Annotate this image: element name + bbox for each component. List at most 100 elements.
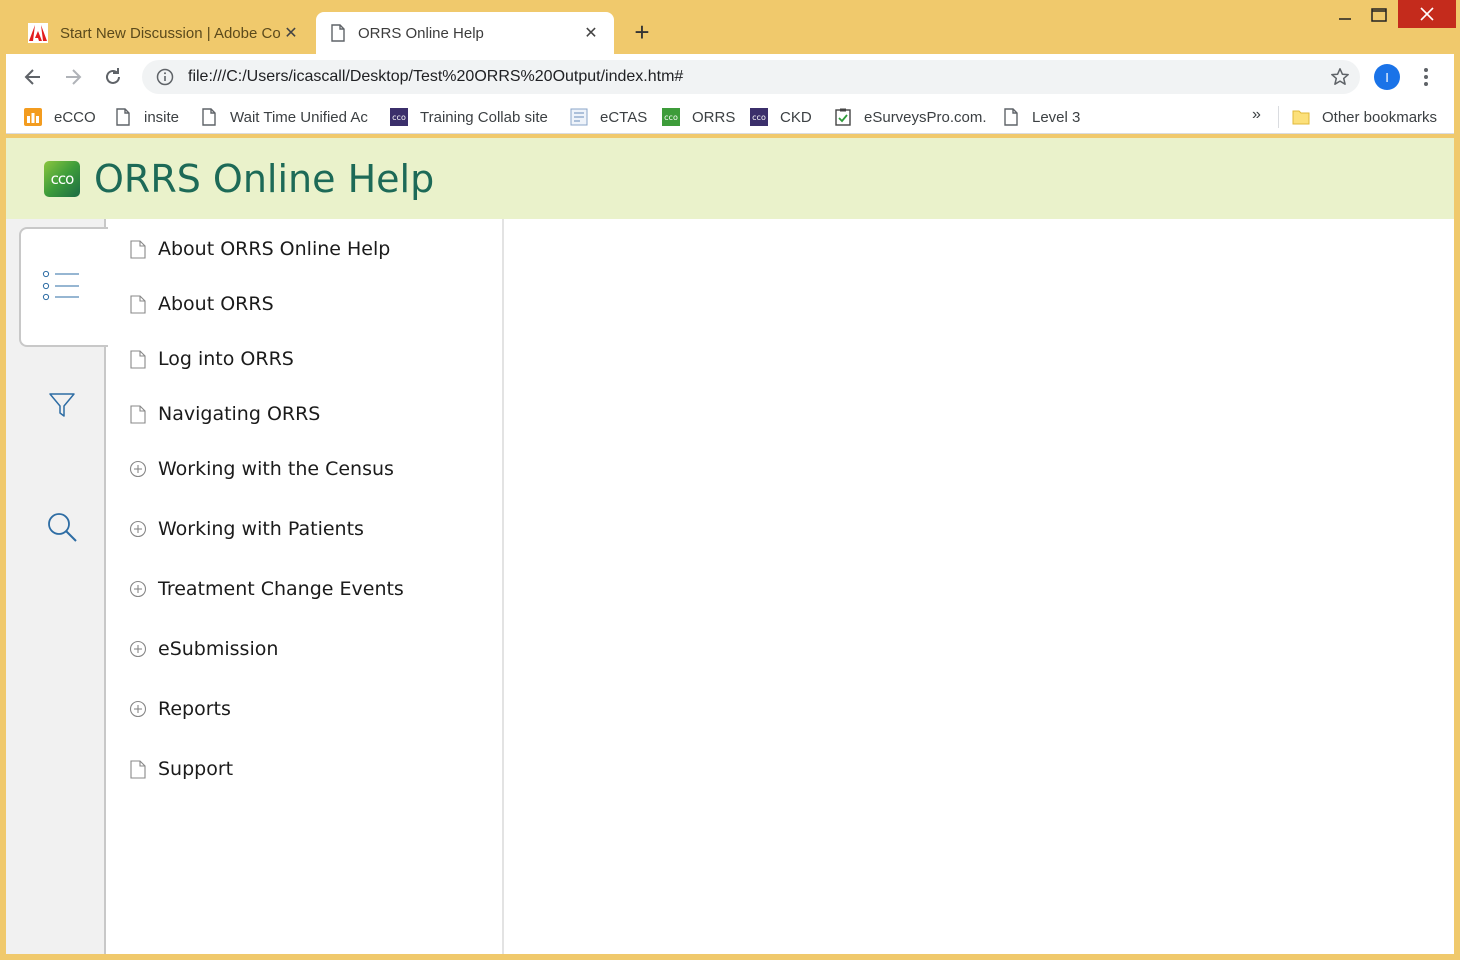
address-bar[interactable]: file:///C:/Users/icascall/Desktop/Test%2…	[142, 60, 1360, 94]
bookmark-label: eCTAS	[600, 108, 648, 126]
expand-icon[interactable]	[128, 699, 148, 719]
tab-orrs-online-help[interactable]: ORRS Online Help ✕	[316, 12, 614, 54]
page-header: cco ORRS Online Help	[6, 138, 1454, 219]
toc-item-label: Treatment Change Events	[158, 578, 404, 600]
page-icon	[1002, 108, 1020, 126]
sidebar-rail	[6, 219, 108, 954]
svg-text:cco: cco	[752, 113, 766, 122]
toc-item-label: Reports	[158, 698, 231, 720]
bookmark-esurveyspro[interactable]: eSurveysPro.com.	[834, 106, 987, 128]
toc-item-label: About ORRS Online Help	[158, 238, 391, 260]
toc-item-label: Working with Patients	[158, 518, 364, 540]
window-close-button[interactable]	[1398, 0, 1456, 28]
bookmark-label: Wait Time Unified Ac	[230, 108, 368, 126]
bookmark-level-3[interactable]: Level 3	[1002, 106, 1080, 128]
toc-item-label: Navigating ORRS	[158, 403, 321, 425]
profile-avatar[interactable]: I	[1374, 64, 1400, 90]
profile-initial: I	[1385, 69, 1389, 85]
bookmark-ectas[interactable]: eCTAS	[570, 106, 647, 128]
bookmark-insite[interactable]: insite	[114, 106, 179, 128]
bookmark-wait-time[interactable]: Wait Time Unified Ac	[200, 106, 368, 128]
expand-icon[interactable]	[128, 459, 148, 479]
arrow-left-icon	[24, 69, 40, 85]
tab-strip: Start New Discussion | Adobe Co ✕ ORRS O…	[0, 0, 1460, 54]
toc-item-label: eSubmission	[158, 638, 279, 660]
new-tab-button[interactable]: +	[628, 18, 656, 46]
other-bookmarks[interactable]: Other bookmarks	[1292, 106, 1437, 128]
bookmarks-bar: eCCO insite Wait Time Unified Ac cco Tra…	[6, 100, 1454, 134]
toc-item-navigating-orrs[interactable]: Navigating ORRS	[128, 399, 320, 429]
bookmark-label: Training Collab site	[420, 108, 548, 126]
bookmarks-overflow-button[interactable]: »	[1252, 106, 1261, 124]
info-icon[interactable]	[156, 68, 174, 86]
forward-button[interactable]	[58, 62, 88, 92]
bookmarks-divider	[1278, 106, 1279, 128]
toc-item-esubmission[interactable]: eSubmission	[128, 634, 278, 664]
page-icon	[200, 108, 218, 126]
toc-panel: About ORRS Online Help About ORRS Log in…	[108, 219, 504, 954]
address-url: file:///C:/Users/icascall/Desktop/Test%2…	[188, 68, 684, 85]
bookmark-label: ORRS	[692, 108, 736, 126]
other-bookmarks-label: Other bookmarks	[1322, 108, 1438, 126]
search-icon[interactable]	[44, 509, 80, 545]
bookmark-training-collab[interactable]: cco Training Collab site	[390, 106, 548, 128]
bookmark-orrs[interactable]: cco ORRS	[662, 106, 735, 128]
reload-button[interactable]	[98, 62, 128, 92]
page-icon	[128, 294, 148, 314]
tab-adobe-discussion[interactable]: Start New Discussion | Adobe Co ✕	[14, 12, 314, 54]
toc-item-about-orrs-online-help[interactable]: About ORRS Online Help	[128, 234, 390, 264]
toc-item-reports[interactable]: Reports	[128, 694, 231, 724]
close-icon[interactable]: ✕	[582, 23, 600, 43]
toc-item-label: Support	[158, 758, 234, 780]
expand-icon[interactable]	[128, 579, 148, 599]
toc-item-label: About ORRS	[158, 293, 274, 315]
arrow-right-icon	[66, 69, 82, 85]
adobe-icon	[28, 23, 48, 43]
cco-green-icon: cco	[662, 108, 680, 126]
svg-text:cco: cco	[664, 113, 678, 122]
page-icon	[330, 24, 346, 42]
toc-item-working-with-patients[interactable]: Working with Patients	[128, 514, 364, 544]
browser-window: Start New Discussion | Adobe Co ✕ ORRS O…	[0, 0, 1460, 960]
logo-text: cco	[50, 169, 75, 188]
form-icon	[570, 108, 588, 126]
cco-logo: cco	[44, 160, 80, 197]
page-icon	[114, 108, 132, 126]
star-icon[interactable]	[1330, 67, 1350, 92]
bookmark-label: insite	[144, 108, 180, 126]
minimize-button[interactable]	[1330, 0, 1360, 30]
page-icon	[128, 349, 148, 369]
toc-item-working-with-the-census[interactable]: Working with the Census	[128, 454, 394, 484]
toc-item-label: Working with the Census	[158, 458, 394, 480]
expand-icon[interactable]	[128, 639, 148, 659]
bookmark-ckd[interactable]: cco CKD	[750, 106, 812, 128]
back-button[interactable]	[18, 62, 48, 92]
filter-icon[interactable]	[46, 389, 78, 421]
toc-item-about-orrs[interactable]: About ORRS	[128, 289, 274, 319]
page-icon	[128, 759, 148, 779]
expand-icon[interactable]	[128, 519, 148, 539]
bookmark-label: eCCO	[54, 108, 96, 126]
toc-item-treatment-change-events[interactable]: Treatment Change Events	[128, 574, 404, 604]
page-title: ORRS Online Help	[94, 156, 435, 201]
toc-item-label: Log into ORRS	[158, 348, 294, 370]
tab-title: Start New Discussion | Adobe Co	[60, 24, 281, 42]
bookmark-ecco[interactable]: eCCO	[24, 106, 96, 128]
browser-toolbar: file:///C:/Users/icascall/Desktop/Test%2…	[6, 54, 1454, 100]
help-page: cco ORRS Online Help About ORRS Online H…	[6, 138, 1454, 954]
more-menu-icon[interactable]	[1416, 66, 1436, 88]
clipboard-icon	[834, 108, 852, 126]
toc-list-icon[interactable]	[42, 269, 82, 303]
toc-item-support[interactable]: Support	[128, 754, 233, 784]
toc-item-log-into-orrs[interactable]: Log into ORRS	[128, 344, 294, 374]
maximize-button[interactable]	[1364, 0, 1394, 30]
bookmark-label: eSurveysPro.com.	[864, 108, 987, 126]
page-icon	[128, 404, 148, 424]
close-icon[interactable]: ✕	[282, 23, 300, 43]
bookmark-label: CKD	[780, 108, 812, 126]
ecco-icon	[24, 108, 42, 126]
bookmark-label: Level 3	[1032, 108, 1081, 126]
cco-icon: cco	[750, 108, 768, 126]
svg-text:cco: cco	[392, 113, 406, 122]
reload-icon	[106, 68, 120, 84]
